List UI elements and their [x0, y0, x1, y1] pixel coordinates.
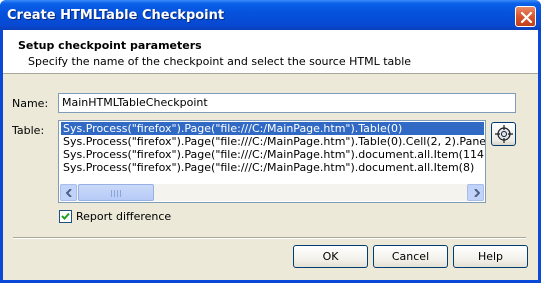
- table-list-item-2[interactable]: Sys.Process("firefox").Page("file:///C:/…: [61, 148, 485, 161]
- window-title: Create HTMLTable Checkpoint: [7, 8, 225, 23]
- dialog-window: Create HTMLTable Checkpoint Setup checkp…: [0, 0, 541, 283]
- help-button[interactable]: Help: [453, 245, 528, 268]
- title-bar[interactable]: Create HTMLTable Checkpoint: [0, 0, 541, 30]
- horizontal-scrollbar[interactable]: [60, 184, 484, 201]
- crosshair-target-icon: [495, 125, 513, 143]
- checkmark-icon: [61, 212, 70, 220]
- table-label: Table:: [12, 124, 45, 137]
- cancel-button[interactable]: Cancel: [373, 245, 448, 268]
- close-icon: [520, 11, 533, 24]
- chevron-left-icon: [66, 189, 72, 197]
- table-list-item-0[interactable]: Sys.Process("firefox").Page("file:///C:/…: [61, 122, 484, 135]
- report-difference-checkbox[interactable]: [59, 210, 72, 223]
- table-listbox[interactable]: Sys.Process("firefox").Page("file:///C:/…: [58, 120, 486, 203]
- dialog-client-area: Setup checkpoint parameters Specify the …: [3, 30, 538, 280]
- header-subtitle: Specify the name of the checkpoint and s…: [28, 55, 412, 68]
- ok-button[interactable]: OK: [293, 245, 368, 268]
- table-list-item-3[interactable]: Sys.Process("firefox").Page("file:///C:/…: [61, 161, 476, 174]
- scroll-left-button[interactable]: [60, 184, 77, 201]
- scroll-right-button[interactable]: [467, 184, 484, 201]
- chevron-right-icon: [474, 189, 480, 197]
- name-label: Name:: [12, 97, 49, 110]
- header-title: Setup checkpoint parameters: [18, 39, 202, 52]
- scroll-thumb[interactable]: [78, 184, 154, 201]
- pick-object-button[interactable]: [491, 122, 516, 146]
- dialog-header: Setup checkpoint parameters Specify the …: [3, 30, 538, 74]
- separator: [13, 237, 526, 239]
- close-button[interactable]: [515, 6, 536, 27]
- table-list-item-1[interactable]: Sys.Process("firefox").Page("file:///C:/…: [61, 135, 485, 148]
- report-difference-label[interactable]: Report difference: [76, 210, 171, 223]
- name-input[interactable]: MainHTMLTableCheckpoint: [58, 93, 516, 113]
